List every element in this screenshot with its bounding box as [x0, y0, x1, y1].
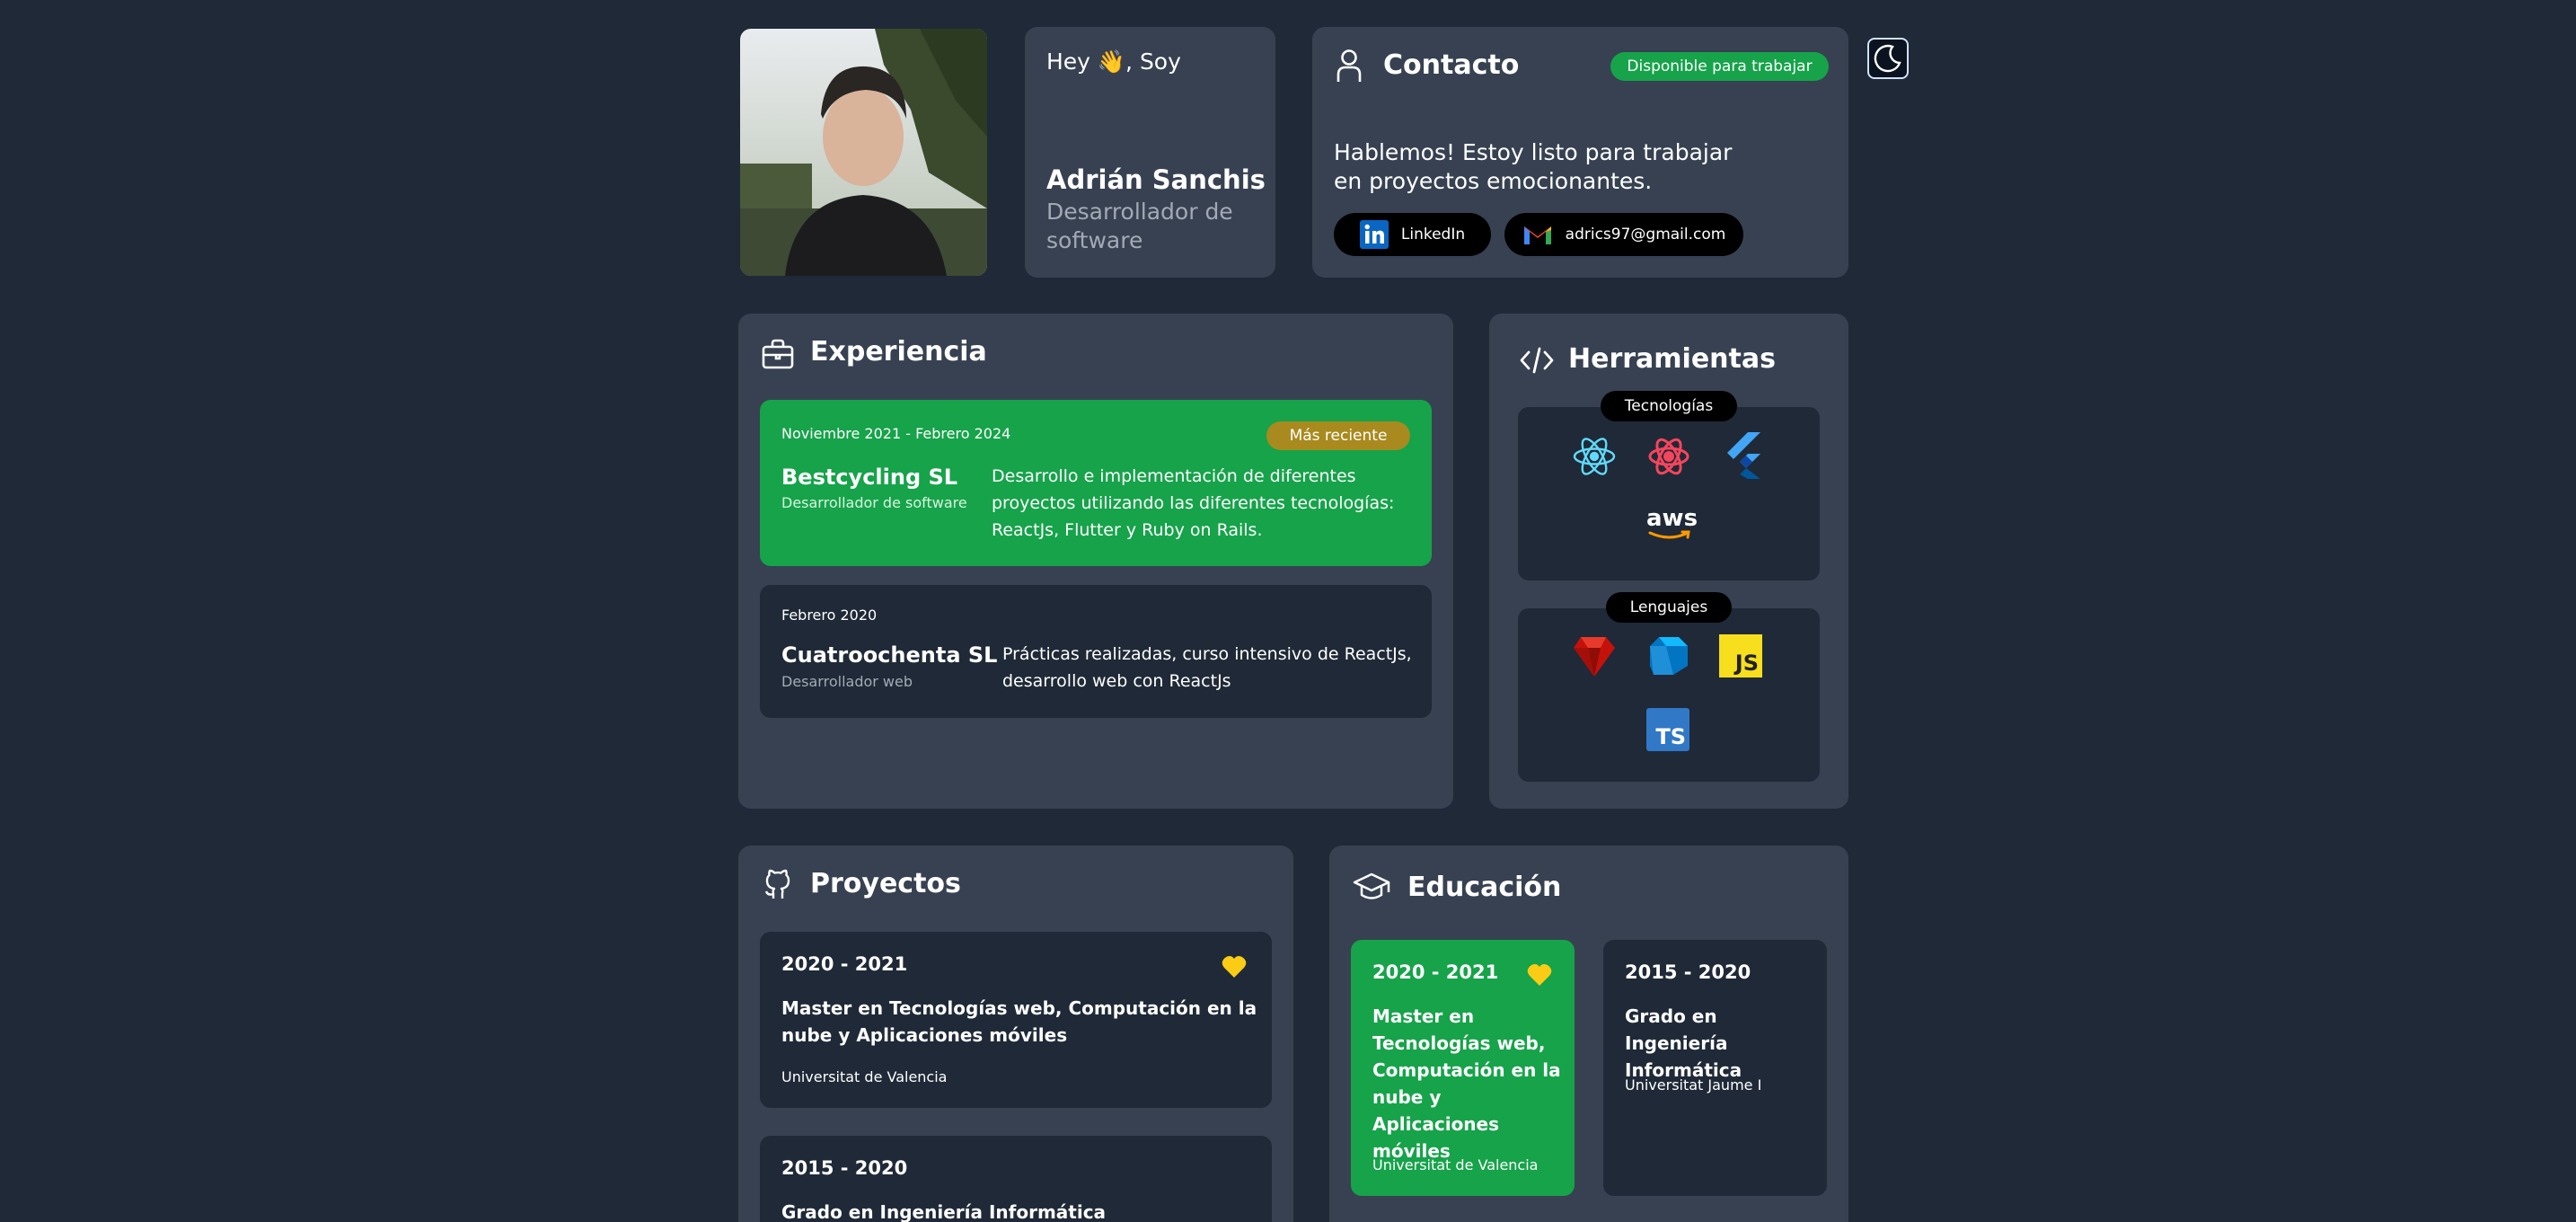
profile-photo [740, 29, 987, 276]
education-item[interactable]: 2020 - 2021 Master en Tecnologías web, C… [1351, 940, 1575, 1196]
experience-description: Desarrollo e implementación de diferente… [992, 466, 1395, 540]
experience-company: Bestcycling SL [781, 465, 958, 490]
projects-card: Proyectos 2020 - 2021 Master en Tecnolog… [738, 846, 1293, 1222]
moon-icon [1873, 43, 1903, 74]
project-title: Grado en Ingeniería Informática [781, 1201, 1107, 1222]
github-icon [762, 869, 794, 901]
most-recent-badge: Más reciente [1266, 421, 1410, 450]
project-item[interactable]: 2020 - 2021 Master en Tecnologías web, C… [760, 932, 1272, 1108]
linkedin-icon [1359, 220, 1389, 249]
tools-title: Herramientas [1568, 343, 1776, 375]
greeting-text: Hey 👋, Soy [1046, 49, 1181, 75]
heart-icon[interactable] [1222, 955, 1247, 978]
education-degree: Master en Tecnologías web, Computación e… [1372, 1005, 1561, 1162]
typescript-icon: TS [1646, 708, 1689, 751]
profile-name: Adrián Sanchis [1046, 164, 1266, 195]
code-icon [1520, 346, 1554, 375]
experience-card: Experiencia Noviembre 2021 - Febrero 202… [738, 314, 1453, 809]
flutter-icon [1723, 432, 1764, 479]
project-years: 2015 - 2020 [781, 1157, 908, 1179]
education-school: Universitat de Valencia [1372, 1156, 1539, 1173]
experience-item[interactable]: Febrero 2020 Cuatroochenta SL Desarrolla… [760, 585, 1432, 718]
experience-dates: Febrero 2020 [781, 607, 878, 624]
technologies-box: Tecnologías aws [1518, 391, 1820, 580]
education-title: Educación [1407, 872, 1562, 903]
education-school: Universitat Jaume I [1625, 1076, 1762, 1094]
profile-role: Desarrollador de software [1046, 199, 1233, 253]
technologies-label: Tecnologías [1601, 391, 1737, 421]
projects-title: Proyectos [810, 868, 961, 899]
languages-label: Lenguajes [1606, 592, 1732, 623]
linkedin-label: LinkedIn [1400, 226, 1466, 244]
recoil-icon [1646, 434, 1691, 479]
ruby-icon [1572, 633, 1617, 678]
briefcase-icon [762, 339, 794, 369]
experience-company: Cuatroochenta SL [781, 642, 998, 668]
email-button[interactable]: adrics97@gmail.com [1504, 213, 1743, 256]
aws-text: aws [1646, 505, 1698, 532]
tools-card: Herramientas Tecnologías aws Lenguajes J… [1489, 314, 1848, 809]
aws-icon: aws [1646, 505, 1698, 542]
project-years: 2020 - 2021 [781, 953, 908, 975]
intro-card: Hey 👋, Soy Adrián Sanchis Desarrollador … [1025, 27, 1275, 278]
heart-icon[interactable] [1527, 963, 1552, 987]
project-title: Master en Tecnologías web, Computación e… [781, 997, 1257, 1046]
available-badge: Disponible para trabajar [1610, 52, 1829, 81]
contact-message: Hablemos! Estoy listo para trabajar en p… [1334, 139, 1733, 194]
education-years: 2015 - 2020 [1625, 961, 1751, 983]
dart-icon [1646, 633, 1691, 678]
contact-title: Contacto [1383, 49, 1520, 81]
experience-title: Experiencia [810, 336, 987, 367]
javascript-text: JS [1734, 651, 1759, 676]
education-years: 2020 - 2021 [1372, 961, 1499, 983]
education-degree: Grado en Ingeniería Informática [1625, 1005, 1742, 1081]
graduation-cap-icon [1353, 872, 1390, 903]
languages-box: Lenguajes JS TS [1518, 592, 1820, 782]
gmail-icon [1522, 223, 1553, 246]
experience-item[interactable]: Noviembre 2021 - Febrero 2024 Más recien… [760, 400, 1432, 566]
email-label: adrics97@gmail.com [1565, 226, 1726, 244]
experience-dates: Noviembre 2021 - Febrero 2024 [781, 425, 1011, 442]
javascript-icon: JS [1719, 634, 1762, 677]
experience-description: Prácticas realizadas, curso intensivo de… [1002, 644, 1412, 691]
react-icon [1572, 434, 1617, 479]
education-item[interactable]: 2015 - 2020 Grado en Ingeniería Informát… [1603, 940, 1827, 1196]
project-item[interactable]: 2015 - 2020 Grado en Ingeniería Informát… [760, 1136, 1272, 1222]
theme-toggle-button[interactable] [1867, 38, 1909, 79]
contact-card: Contacto Disponible para trabajar Hablem… [1312, 27, 1848, 278]
education-card: Educación 2020 - 2021 Master en Tecnolog… [1329, 846, 1848, 1222]
experience-role: Desarrollador web [781, 673, 913, 690]
experience-role: Desarrollador de software [781, 494, 967, 511]
linkedin-button[interactable]: LinkedIn [1334, 213, 1491, 256]
user-icon [1336, 49, 1363, 83]
typescript-text: TS [1655, 724, 1686, 749]
project-school: Universitat de Valencia [781, 1068, 948, 1085]
